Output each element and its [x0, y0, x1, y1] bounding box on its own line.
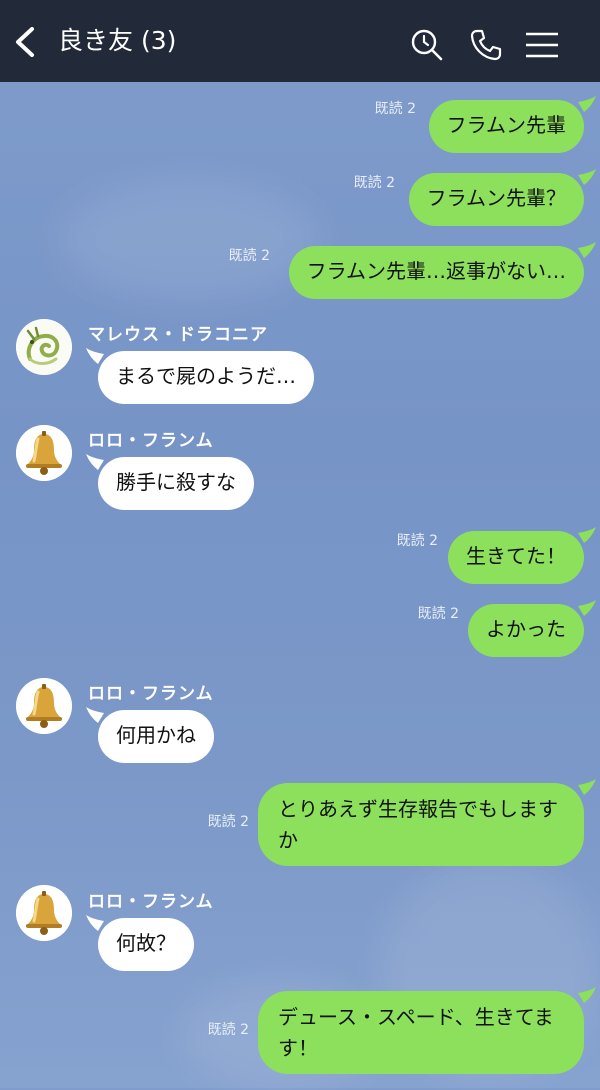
- dragon-avatar[interactable]: [16, 319, 72, 375]
- read-receipt: 既読 2: [228, 248, 270, 264]
- read-receipt: 既読 2: [417, 606, 459, 622]
- search-icon[interactable]: [410, 28, 444, 62]
- message-bubble-incoming[interactable]: 何用かね: [98, 710, 214, 763]
- sender-name: マレウス・ドラコニア: [88, 325, 268, 345]
- message-bubble-outgoing[interactable]: デュース・スペード、生きてます！: [258, 991, 584, 1074]
- message-bubble-outgoing[interactable]: フラムン先輩？: [408, 173, 584, 226]
- read-receipt: 既読 2: [396, 533, 438, 549]
- message-bubble-outgoing[interactable]: フラムン先輩…返事がない…: [288, 246, 584, 299]
- message-bubble-incoming[interactable]: 勝手に殺すな: [98, 457, 254, 510]
- message-bubble-outgoing[interactable]: よかった: [468, 604, 584, 657]
- bubble-tail: [578, 779, 596, 795]
- bubble-tail: [578, 600, 596, 616]
- dragon-icon: [16, 319, 72, 375]
- read-receipt: 既読 2: [353, 175, 395, 191]
- bubble-tail: [578, 96, 596, 112]
- bubble-tail: [578, 242, 596, 258]
- sender-name: ロロ・フランム: [88, 431, 214, 451]
- message-bubble-incoming[interactable]: まるで屍のようだ…: [98, 351, 314, 404]
- chat-header: 良き友 (3): [0, 0, 600, 82]
- bubble-tail: [578, 527, 596, 543]
- message-bubble-incoming[interactable]: 何故？: [98, 918, 194, 971]
- read-receipt: 既読 2: [374, 101, 416, 117]
- chat-title: 良き友 (3): [58, 26, 177, 55]
- menu-icon[interactable]: [524, 30, 560, 60]
- sender-name: ロロ・フランム: [88, 684, 214, 704]
- phone-icon[interactable]: [469, 28, 503, 62]
- read-receipt: 既読 2: [207, 814, 249, 830]
- message-bubble-outgoing[interactable]: とりあえず生存報告でもしますか: [258, 783, 584, 866]
- message-bubble-outgoing[interactable]: 生きてた！: [448, 531, 584, 584]
- bell-icon: [16, 425, 72, 481]
- read-receipt: 既読 2: [207, 1022, 249, 1038]
- bell-icon: [16, 678, 72, 734]
- bell-icon: [16, 885, 72, 941]
- message-bubble-outgoing[interactable]: フラムン先輩: [428, 100, 584, 153]
- message-list[interactable]: 既読 2 フラムン先輩 既読 2 フラムン先輩？ 既読 2 フラムン先輩…返事が…: [0, 82, 600, 1088]
- bell-avatar[interactable]: [16, 425, 72, 481]
- bell-avatar[interactable]: [16, 678, 72, 734]
- bubble-tail: [578, 169, 596, 185]
- bell-avatar[interactable]: [16, 885, 72, 941]
- bubble-tail: [578, 987, 596, 1003]
- back-icon[interactable]: [12, 27, 42, 57]
- sender-name: ロロ・フランム: [88, 892, 214, 912]
